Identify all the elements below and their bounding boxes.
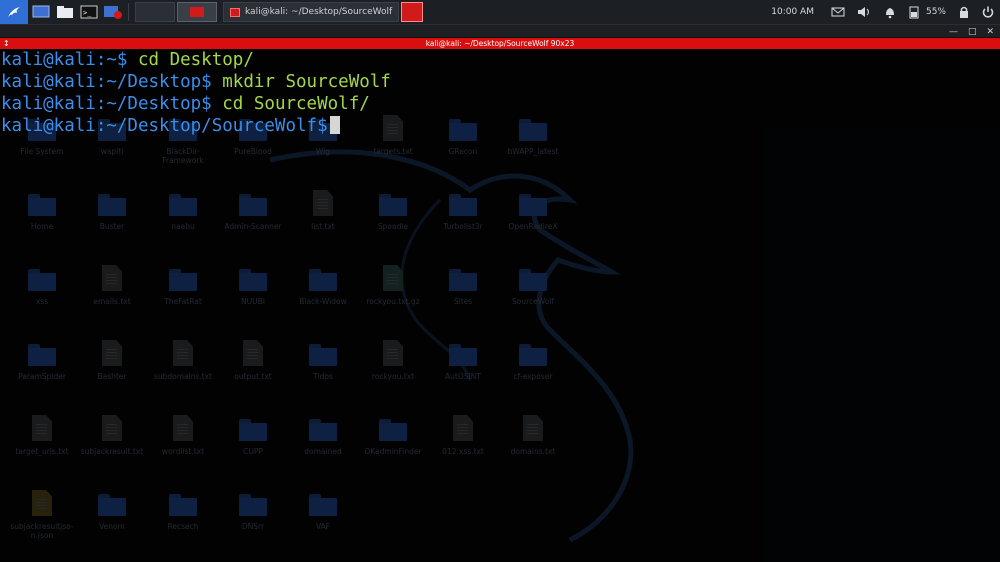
battery-icon[interactable] bbox=[907, 5, 921, 19]
terminal-cursor bbox=[329, 116, 340, 134]
terminal-icon: >_ bbox=[80, 5, 98, 19]
terminal-title: kali@kali: ~/Desktop/SourceWolf 90x23 bbox=[425, 39, 575, 48]
kali-menu-button[interactable] bbox=[0, 0, 28, 24]
show-desktop-button[interactable] bbox=[30, 1, 52, 23]
screen-recorder-button[interactable] bbox=[102, 1, 124, 23]
screen: >_ kali@kali: ~/Desktop/SourceWolf 10:00… bbox=[0, 0, 1000, 562]
taskbar-item-terminal[interactable]: kali@kali: ~/Desktop/SourceWolf bbox=[223, 2, 400, 22]
folder-icon bbox=[57, 6, 73, 18]
desktop-icon bbox=[32, 5, 50, 18]
terminal-prompt: kali@kali:~/Desktop$ bbox=[1, 94, 223, 114]
terminal-window-icon bbox=[230, 7, 240, 17]
top-panel: >_ kali@kali: ~/Desktop/SourceWolf 10:00… bbox=[0, 0, 1000, 25]
kali-dragon-icon bbox=[8, 7, 20, 17]
lock-icon[interactable] bbox=[957, 5, 971, 19]
terminal-line: kali@kali:~$ cd Desktop/ bbox=[1, 49, 254, 71]
minimize-icon[interactable]: — bbox=[949, 27, 958, 37]
notification-bell-icon[interactable] bbox=[883, 5, 897, 19]
terminal-command: cd SourceWolf/ bbox=[222, 94, 370, 114]
terminal-prompt: kali@kali:~/Desktop$ bbox=[1, 72, 223, 92]
system-tray: 10:00 AM 55% bbox=[771, 0, 1000, 24]
clock[interactable]: 10:00 AM bbox=[771, 7, 814, 17]
terminal-command: cd Desktop/ bbox=[137, 50, 254, 70]
terminal-line: kali@kali:~/Desktop$ cd SourceWolf/ bbox=[1, 93, 370, 115]
power-icon[interactable] bbox=[981, 5, 995, 19]
mail-icon[interactable] bbox=[831, 5, 845, 19]
maximize-icon[interactable]: □ bbox=[968, 27, 977, 37]
terminal-launcher-button[interactable]: >_ bbox=[78, 1, 100, 23]
workspace-1[interactable] bbox=[135, 2, 175, 22]
terminal-view[interactable]: kali@kali:~$ cd Desktop/ kali@kali:~/Des… bbox=[0, 49, 1000, 562]
volume-icon[interactable] bbox=[855, 5, 873, 19]
taskbar-item-label: kali@kali: ~/Desktop/SourceWolf bbox=[245, 7, 393, 17]
taskbar-item-second[interactable] bbox=[401, 2, 424, 22]
terminal-line: kali@kali:~/Desktop$ mkdir SourceWolf bbox=[1, 71, 391, 93]
terminal-line: kali@kali:~/Desktop/SourceWolf$ bbox=[1, 115, 340, 137]
workspace-2[interactable] bbox=[177, 2, 217, 22]
terminal-title-bar[interactable]: ↕ kali@kali: ~/Desktop/SourceWolf 90x23 bbox=[0, 38, 1000, 49]
close-icon[interactable]: ✕ bbox=[986, 27, 994, 37]
svg-text:>_: >_ bbox=[83, 9, 92, 17]
recorder-icon bbox=[104, 6, 122, 19]
battery-percent: 55% bbox=[925, 7, 946, 17]
terminal-prompt: kali@kali:~/Desktop/SourceWolf$ bbox=[1, 116, 328, 136]
window-controls: — □ ✕ bbox=[949, 25, 994, 38]
file-manager-button[interactable] bbox=[54, 1, 76, 23]
window-decoration: — □ ✕ bbox=[0, 25, 1000, 38]
panel-separator bbox=[128, 3, 129, 21]
terminal-prompt: kali@kali:~$ bbox=[1, 50, 138, 70]
terminal-command: mkdir SourceWolf bbox=[222, 72, 391, 92]
workspace-window-thumb bbox=[190, 7, 204, 17]
